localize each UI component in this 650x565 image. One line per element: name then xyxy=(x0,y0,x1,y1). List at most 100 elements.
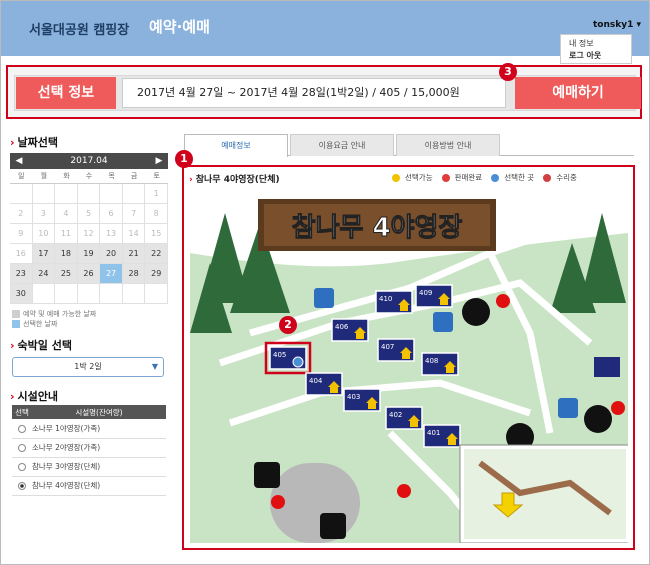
next-month-icon[interactable]: ▶ xyxy=(152,153,166,169)
facility-row[interactable]: 참나무 4야영장(단체) xyxy=(12,476,166,496)
facility-row[interactable]: 소나무 1야영장(가족) xyxy=(12,419,166,439)
calendar-day[interactable]: 30 xyxy=(10,284,33,304)
campsite-number: 406 xyxy=(335,323,349,331)
calendar-day[interactable]: 17 xyxy=(32,244,56,264)
calendar-day[interactable]: 18 xyxy=(55,244,78,264)
tab-reservation-info[interactable]: 예매정보 xyxy=(184,134,288,157)
wood-sign: 참나무 4야영장 xyxy=(258,199,496,251)
calendar-empty-cell xyxy=(122,284,146,304)
calendar-day[interactable]: 25 xyxy=(55,264,78,284)
campsite-number: 410 xyxy=(379,295,392,303)
calendar-day: 13 xyxy=(100,224,123,244)
calendar-day: 2 xyxy=(10,204,33,224)
sold-dot xyxy=(611,401,625,415)
prev-month-icon[interactable]: ◀ xyxy=(12,153,26,169)
facility-name: 참나무 4야영장(단체) xyxy=(32,476,166,496)
facility-row[interactable]: 소나무 2야영장(가족) xyxy=(12,438,166,458)
weekday-header: 월 xyxy=(32,169,56,184)
calendar-empty-cell xyxy=(77,284,101,304)
weekday-header: 목 xyxy=(100,169,123,184)
sold-dot xyxy=(496,294,510,308)
water-icon xyxy=(433,312,453,332)
calendar-day: 1 xyxy=(145,184,168,204)
campsite-number: 402 xyxy=(389,411,402,419)
weekday-header: 화 xyxy=(55,169,78,184)
facility-row[interactable]: 참나무 3야영장(단체) xyxy=(12,457,166,477)
map-canvas: 참나무 4야영장 410 409 406 407 405 408 404 403 402 401 xyxy=(190,193,628,543)
legend-available: 예약 및 예매 가능한 날짜 xyxy=(23,310,97,318)
campsite-map-panel: 참나무 4야영장(단체) 선택가능 판매완료 선택한 곳 수리중 xyxy=(182,165,635,550)
campsite[interactable]: 403 xyxy=(343,388,381,412)
campsite-number: 404 xyxy=(309,377,323,385)
campsite[interactable]: 406 xyxy=(331,318,369,342)
calendar-day: 5 xyxy=(77,204,101,224)
tab-fee-guide[interactable]: 이용요금 안내 xyxy=(290,134,394,156)
calendar-day[interactable]: 24 xyxy=(32,264,56,284)
facility-radio[interactable] xyxy=(18,424,26,433)
weekday-header: 일 xyxy=(10,169,33,184)
facility-radio-cell xyxy=(12,438,32,458)
campsite-number: 408 xyxy=(425,357,438,365)
calendar-day: 8 xyxy=(145,204,168,224)
trash-icon xyxy=(320,513,346,539)
calendar-day-selected[interactable]: 27 xyxy=(100,264,123,284)
map-legend-item: 선택가능 xyxy=(392,172,433,183)
calendar-day[interactable]: 21 xyxy=(122,244,146,264)
callout-badge-1: 1 xyxy=(175,150,193,168)
calendar-day: 4 xyxy=(55,204,78,224)
facility-radio[interactable] xyxy=(18,482,26,490)
facility-header-select: 선택 xyxy=(12,405,32,419)
facility-header-row: 선택 시설명(잔여량) xyxy=(12,405,166,419)
callout-badge-2: 2 xyxy=(279,316,297,334)
campsite[interactable]: 402 xyxy=(385,406,423,430)
inset-bg xyxy=(464,449,626,539)
facility-radio-cell xyxy=(12,457,32,477)
facility-radio[interactable] xyxy=(18,463,26,471)
legend-label: 선택한 곳 xyxy=(504,173,535,182)
facility-section-title: 시설안내 xyxy=(10,388,58,404)
campsite-selected[interactable]: 405 xyxy=(264,341,312,375)
calendar-day: 6 xyxy=(100,204,123,224)
campsite-number: 403 xyxy=(347,393,360,401)
user-menu-toggle[interactable]: tonsky1 ▾ xyxy=(593,20,641,30)
tab-usage-guide[interactable]: 이용방법 안내 xyxy=(396,134,500,156)
calendar-day[interactable]: 22 xyxy=(145,244,168,264)
campsite[interactable]: 409 xyxy=(415,284,453,308)
calendar-day[interactable]: 19 xyxy=(77,244,101,264)
site-brand[interactable]: 서울대공원 캠핑장 xyxy=(29,19,129,38)
stay-select[interactable]: 1박 2일 ▼ xyxy=(12,357,164,377)
campsite[interactable]: 401 xyxy=(423,424,461,448)
water-icon xyxy=(314,288,334,308)
nav-reservation[interactable]: 예약·예매 xyxy=(149,16,210,37)
campsite[interactable]: 408 xyxy=(421,352,459,376)
toilet-icon xyxy=(254,462,280,488)
calendar-day[interactable]: 26 xyxy=(77,264,101,284)
book-button[interactable]: 예매하기 xyxy=(515,77,641,109)
calendar-day[interactable]: 20 xyxy=(100,244,123,264)
calendar-day: 11 xyxy=(55,224,78,244)
sold-dot xyxy=(271,495,285,509)
menu-my-info[interactable]: 내 정보 xyxy=(569,38,623,50)
selection-label: 선택 정보 xyxy=(16,77,116,109)
campsite[interactable]: 404 xyxy=(305,372,343,396)
campsite[interactable]: 407 xyxy=(377,338,415,362)
calendar-empty-cell xyxy=(122,184,146,204)
dropdown-arrow-icon: ▼ xyxy=(151,362,158,371)
weekday-header: 금 xyxy=(122,169,146,184)
calendar-day: 10 xyxy=(32,224,56,244)
calendar-day[interactable]: 23 xyxy=(10,264,33,284)
date-section-title: 날짜선택 xyxy=(10,134,58,150)
selection-value: 2017년 4월 27일 ~ 2017년 4월 28일(1박2일) / 405 … xyxy=(122,78,506,108)
facility-radio[interactable] xyxy=(18,444,26,452)
legend-swatch-selected xyxy=(12,320,20,328)
calendar-day[interactable]: 29 xyxy=(145,264,168,284)
map-legend-item: 판매완료 xyxy=(441,172,483,183)
legend-label: 판매완료 xyxy=(454,173,483,182)
campsite[interactable]: 410 xyxy=(375,290,413,314)
calendar-day[interactable]: 28 xyxy=(122,264,146,284)
menu-logout[interactable]: 로그 아웃 xyxy=(569,50,623,62)
map-title: 참나무 4야영장(단체) xyxy=(189,172,280,185)
check-icon xyxy=(292,356,304,368)
facility-name: 소나무 1야영장(가족) xyxy=(32,419,166,439)
sign-text: 참나무 4야영장 xyxy=(292,213,463,243)
